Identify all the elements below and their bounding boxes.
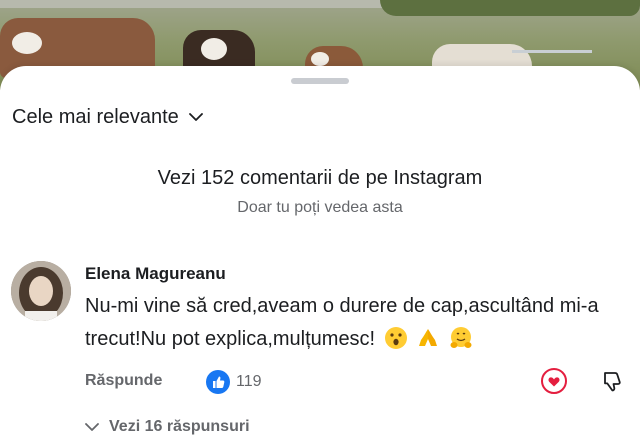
privacy-note: Doar tu poți vedea asta: [237, 199, 403, 216]
sheet-grabber[interactable]: [291, 78, 349, 84]
view-replies-label: Vezi 16 răspunsuri: [109, 418, 250, 435]
like-count: 119: [236, 373, 262, 390]
hugging-face-icon: [450, 327, 472, 348]
comment-text: Nu-mi vine să cred,aveam o durere de cap…: [85, 295, 599, 350]
heart-icon: [541, 368, 567, 394]
comments-sheet: Cele mai relevante Vezi 152 comentarii d…: [0, 66, 640, 446]
view-replies-button[interactable]: Vezi 16 răspunsuri: [85, 418, 250, 436]
avatar[interactable]: [11, 261, 71, 321]
folded-hands-icon: [419, 329, 438, 346]
instagram-comments-link[interactable]: Vezi 152 comentarii de pe Instagram: [0, 167, 640, 190]
chevron-down-icon: [188, 113, 203, 121]
sort-label: Cele mai relevante: [12, 106, 179, 128]
astonished-face-icon: [384, 327, 407, 349]
thumbs-up-icon: [206, 370, 230, 394]
like-reaction[interactable]: 119: [206, 370, 262, 394]
sort-dropdown[interactable]: Cele mai relevante: [12, 106, 203, 129]
comment-text-block: Nu-mi vine să cred,aveam o durere de cap…: [85, 290, 625, 356]
thumbs-down-icon: [604, 372, 621, 392]
comment-author[interactable]: Elena Magureanu: [85, 264, 226, 284]
dislike-button[interactable]: [600, 370, 624, 399]
heart-button[interactable]: [541, 368, 567, 399]
chevron-down-icon: [85, 422, 99, 431]
reply-button[interactable]: Răspunde: [85, 372, 162, 390]
